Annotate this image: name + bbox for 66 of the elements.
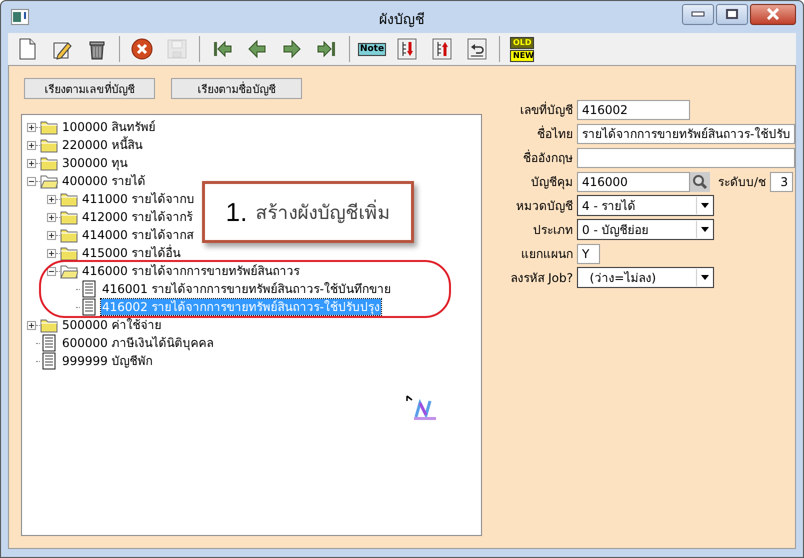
sort-button[interactable]: เรียงตามเลขที่บัญชี: [24, 78, 155, 99]
caret-icon: [701, 203, 709, 208]
caret-icon: [701, 275, 709, 280]
expand-icon[interactable]: [27, 158, 36, 168]
expand-icon[interactable]: [27, 122, 36, 132]
field-label: ระดับบ/ช: [718, 174, 766, 191]
sort-ascending-icon: [430, 37, 454, 61]
app-icon: [11, 9, 29, 25]
close-button[interactable]: [750, 4, 796, 24]
field-label: ชื่อไทย: [536, 124, 573, 143]
tree-item[interactable]: 999999 บัญชีพัก: [61, 353, 154, 369]
input-field[interactable]: 416002: [577, 100, 690, 120]
field-label: แยกแผนก: [520, 246, 573, 263]
close-icon: [766, 8, 780, 20]
tree-item[interactable]: 400000 รายได้: [61, 173, 147, 189]
field-label: ลงรหัส Job?: [509, 270, 573, 287]
window-title: ผังบัญชี: [379, 11, 425, 30]
expand-icon[interactable]: [27, 320, 36, 330]
tree-item[interactable]: 414000 รายได้จากส: [81, 227, 195, 243]
document-icon: [80, 298, 98, 316]
search-button[interactable]: [690, 172, 710, 192]
tree-item[interactable]: 100000 สินทรัพย์: [61, 119, 157, 135]
collapse-icon[interactable]: [27, 176, 36, 186]
field-label: ประเภท: [532, 222, 573, 239]
expand-icon[interactable]: [47, 212, 56, 222]
expand-icon[interactable]: [47, 194, 56, 204]
field-label: เลขที่บัญชี: [519, 100, 573, 119]
tree-item[interactable]: 416000 รายได้จากการขายทรัพย์สินถาวร: [81, 263, 301, 279]
tree-item[interactable]: 411000 รายได้จากบ: [81, 191, 196, 207]
input-field[interactable]: รายได้จากการขายทรัพย์สินถาวร-ใช้ปรับ: [577, 124, 795, 144]
undo-icon: [465, 37, 489, 61]
maximize-button[interactable]: [716, 4, 748, 24]
tree-item[interactable]: 416001 รายได้จากการขายทรัพย์สินถาวร-ใช้บันทึกขาย: [101, 281, 392, 297]
minimize-button[interactable]: [682, 4, 714, 24]
dropdown[interactable]: 0 - บัญชีย่อย: [577, 219, 714, 240]
note-button[interactable]: Note: [356, 35, 388, 63]
maximize-icon: [726, 9, 738, 19]
document-icon: [80, 280, 98, 298]
sort-button[interactable]: เรียงตามชื่อบัญชี: [171, 78, 302, 99]
tree-item[interactable]: 220000 หนี้สิน: [61, 137, 144, 153]
expand-icon[interactable]: [47, 230, 56, 240]
caret-icon: [701, 227, 709, 232]
input-field[interactable]: Y: [577, 244, 600, 264]
dropdown[interactable]: 4 - รายได้: [577, 195, 714, 216]
input-field[interactable]: 3: [770, 172, 794, 192]
expand-icon[interactable]: [27, 140, 36, 150]
input-field[interactable]: [577, 148, 795, 168]
tree-item[interactable]: 412000 รายได้จากร้: [81, 209, 194, 225]
tree-item[interactable]: 600000 ภาษีเงินได้นิติบุคคล: [61, 335, 215, 351]
field-label: ชื่ออังกฤษ: [522, 148, 573, 167]
field-label: หมวดบัญชี: [515, 198, 573, 215]
document-icon: [40, 334, 58, 352]
tree-item[interactable]: 415000 รายได้อื่น: [81, 245, 182, 261]
minimize-icon: [691, 11, 705, 17]
input-field[interactable]: 416000: [577, 172, 690, 192]
callout-text: สร้างผังบัญชีเพิ่ม: [255, 197, 390, 227]
tree-item[interactable]: 300000 ทุน: [61, 155, 129, 171]
step-number: 1.: [226, 196, 248, 228]
sort-descending-icon: [395, 37, 419, 61]
document-icon: [40, 352, 58, 370]
tree-item[interactable]: 500000 ค่าใช้จ่าย: [61, 317, 163, 333]
dropdown[interactable]: (ว่าง=ไม่ลง): [577, 267, 714, 288]
field-label: บัญชีคุม: [530, 174, 573, 191]
cancel-icon: [130, 37, 154, 61]
expand-icon[interactable]: [47, 248, 56, 258]
collapse-icon[interactable]: [47, 266, 56, 276]
